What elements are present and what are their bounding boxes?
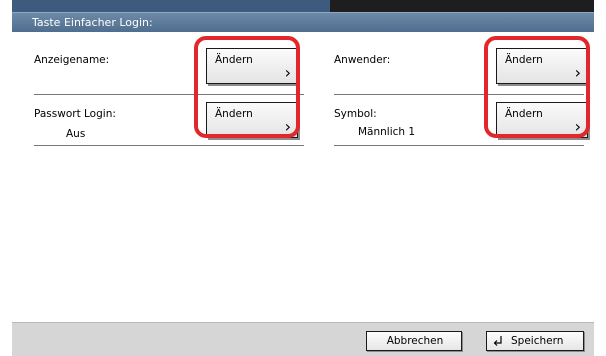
password-login-value: Aus xyxy=(66,128,86,140)
enter-return-icon xyxy=(493,336,502,346)
title-bar: Taste Einfacher Login: xyxy=(12,12,594,32)
page-title: Taste Einfacher Login: xyxy=(32,16,153,29)
save-button[interactable]: Speichern xyxy=(486,331,584,351)
cancel-button-label: Abbrechen xyxy=(386,335,444,347)
row-divider xyxy=(334,145,584,146)
user-label: Anwender: xyxy=(334,54,391,66)
symbol-label: Symbol: xyxy=(334,108,377,120)
dialog-window: Taste Einfacher Login: Anzeigename: Ände… xyxy=(12,0,594,356)
symbol-value: Männlich 1 xyxy=(358,126,416,138)
save-button-label: Speichern xyxy=(511,335,564,347)
settings-panel: Anzeigename: Ändern › Anwender: Ändern ›… xyxy=(12,32,594,322)
row-divider xyxy=(34,145,304,146)
highlight-callout-right xyxy=(484,36,590,138)
top-status-strip xyxy=(12,0,594,12)
footer-bar: Abbrechen Speichern xyxy=(12,322,594,356)
highlight-callout-left xyxy=(194,36,300,138)
cancel-button[interactable]: Abbrechen xyxy=(366,331,462,351)
top-status-strip-accent xyxy=(12,0,330,12)
display-name-label: Anzeigename: xyxy=(34,54,110,66)
password-login-label: Passwort Login: xyxy=(34,108,116,120)
